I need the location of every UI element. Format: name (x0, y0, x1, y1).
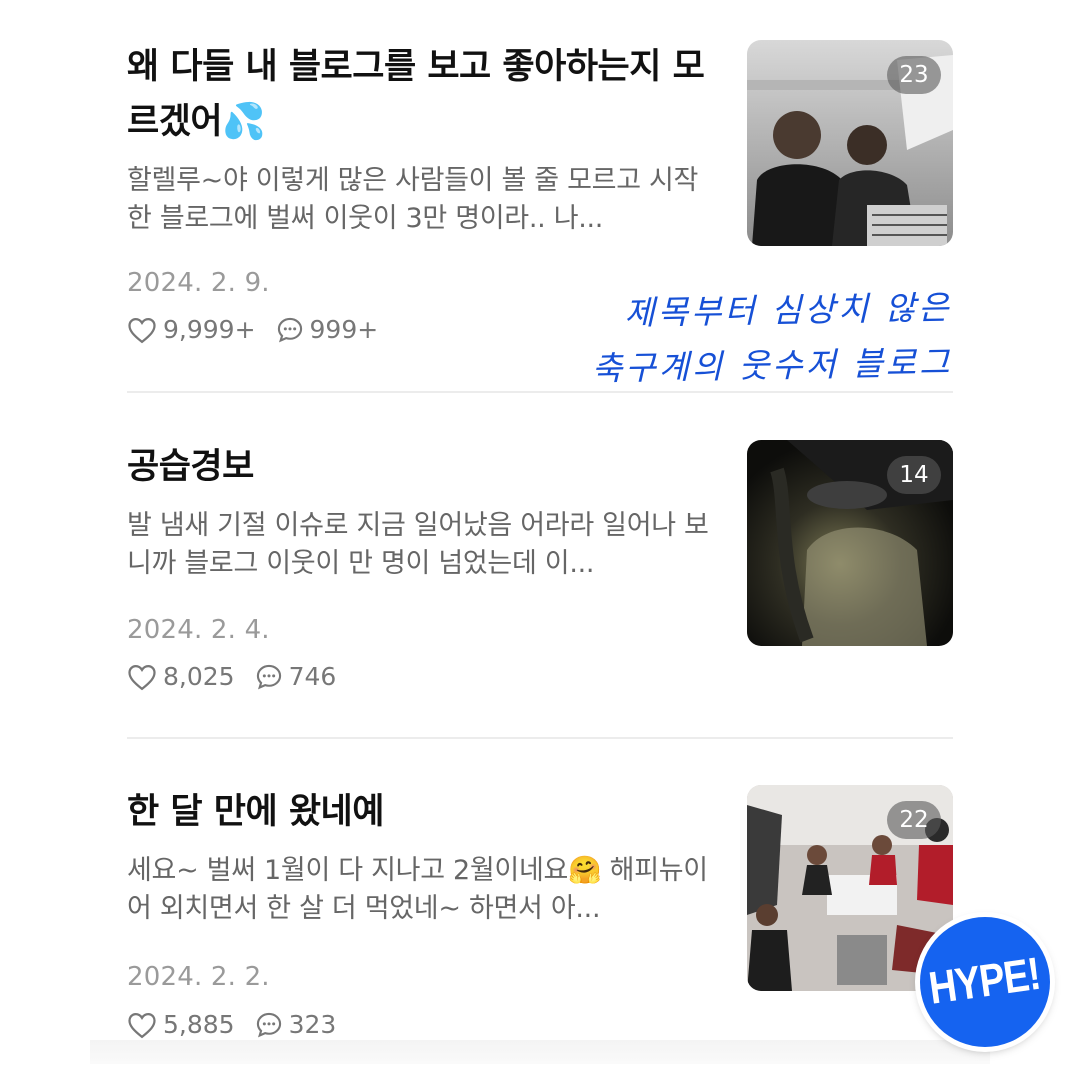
photo-count-badge: 23 (887, 56, 941, 94)
photo-count-badge: 22 (887, 801, 941, 839)
comment-stat[interactable]: 999+ (276, 315, 379, 344)
photo-count-badge: 14 (887, 456, 941, 494)
annotation-line: 축구계의 웃수저 블로그 (591, 342, 953, 388)
post-thumbnail[interactable]: 14 (747, 440, 953, 646)
comment-bubble-icon (277, 317, 302, 342)
post-title[interactable]: 왜 다들 내 블로그를 보고 좋아하는지 모르겠어💦 (127, 40, 727, 150)
heart-icon (128, 317, 156, 343)
like-count: 9,999+ (163, 315, 256, 344)
like-count: 5,885 (163, 1010, 235, 1039)
heart-icon (128, 664, 156, 690)
like-stat[interactable]: 5,885 (127, 1010, 235, 1039)
post-divider (127, 737, 953, 739)
post-stats: 9,999+ 999+ (127, 315, 398, 344)
comment-count: 746 (288, 662, 337, 691)
post-item[interactable]: 공습경보 발 냄새 기절 이슈로 지금 일어났음 어라라 일어나 보니까 블로그… (127, 440, 953, 710)
like-count: 8,025 (163, 662, 235, 691)
heart-icon (128, 1012, 156, 1038)
post-excerpt: 할렐루~야 이렇게 많은 사람들이 볼 줄 모르고 시작한 블로그에 벌써 이웃… (127, 165, 699, 234)
hype-sticker-label: HYPE! (926, 948, 1044, 1015)
post-thumbnail[interactable]: 22 (747, 785, 953, 991)
post-thumbnail[interactable]: 23 (747, 40, 953, 246)
handwritten-annotation: 제목부터 심상치 않은 축구계의 웃수저 블로그 (571, 280, 953, 397)
post-stats: 5,885 323 (127, 1010, 356, 1039)
post-title[interactable]: 한 달 만에 왔네예 (127, 785, 727, 840)
like-stat[interactable]: 9,999+ (127, 315, 256, 344)
comment-count: 999+ (309, 315, 379, 344)
hype-sticker: HYPE! (920, 917, 1050, 1047)
post-stats: 8,025 746 (127, 662, 356, 691)
post-date: 2024. 2. 9. (127, 268, 270, 298)
post-item[interactable]: 한 달 만에 왔네예 세요~ 벌써 1월이 다 지나고 2월이네요🤗 해피뉴이어… (127, 785, 953, 1045)
post-date: 2024. 2. 2. (127, 962, 270, 992)
like-stat[interactable]: 8,025 (127, 662, 235, 691)
post-excerpt: 발 냄새 기절 이슈로 지금 일어났음 어라라 일어나 보니까 블로그 이웃이 … (127, 510, 709, 579)
comment-count: 323 (288, 1010, 337, 1039)
comment-bubble-icon (256, 664, 281, 689)
blog-post-feed: 왜 다들 내 블로그를 보고 좋아하는지 모르겠어💦 할렐루~야 이렇게 많은 … (0, 0, 1080, 1080)
comment-stat[interactable]: 746 (255, 662, 337, 691)
post-title[interactable]: 공습경보 (127, 440, 727, 495)
post-excerpt: 세요~ 벌써 1월이 다 지나고 2월이네요🤗 해피뉴이어 외치면서 한 살 더… (127, 855, 708, 924)
comment-bubble-icon (256, 1012, 281, 1037)
comment-stat[interactable]: 323 (255, 1010, 337, 1039)
post-date: 2024. 2. 4. (127, 615, 270, 645)
annotation-line: 제목부터 심상치 않은 (623, 287, 952, 333)
bottom-edge-shadow (90, 1040, 990, 1064)
